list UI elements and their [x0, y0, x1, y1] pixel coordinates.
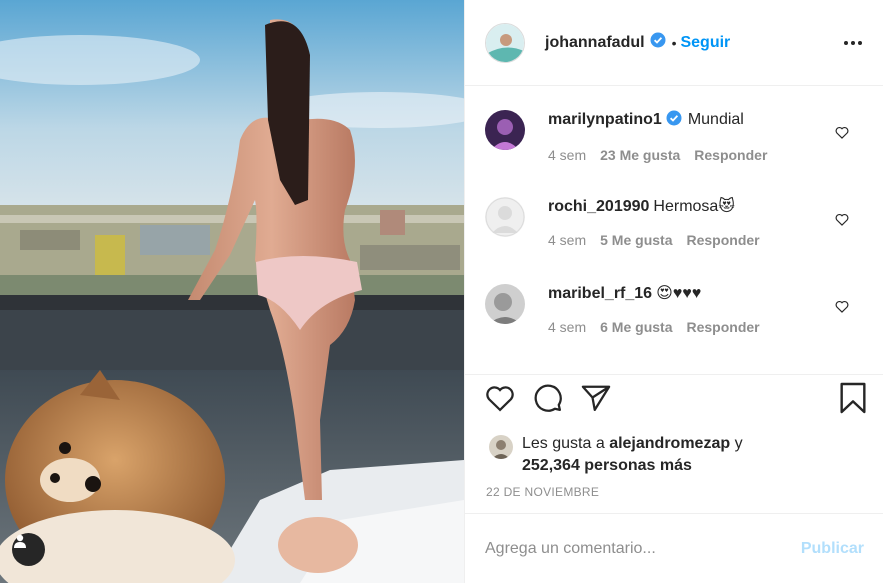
commenter-avatar[interactable] [485, 284, 525, 324]
comment-text: Hermosa😻 [653, 198, 735, 215]
comment-like-button[interactable] [835, 126, 849, 139]
liker-username[interactable]: alejandromezap [609, 435, 730, 452]
comment-item: rochi_201990 Hermosa😻 4 sem 5 Me gusta Re… [465, 177, 883, 264]
post-photo[interactable] [0, 0, 464, 583]
comment-item: marilynpatino1 Mundial 4 sem 23 Me gusta … [465, 90, 883, 177]
user-tag-button[interactable] [12, 533, 45, 566]
commenter-avatar[interactable] [485, 197, 525, 237]
likes-prefix: Les gusta a [522, 435, 605, 452]
comment-like-count[interactable]: 6 Me gusta [600, 319, 672, 335]
likes-summary: Les gusta a alejandromezap y 252,364 per… [465, 421, 883, 477]
commenter-username[interactable]: rochi_201990 [548, 198, 649, 215]
comment-age[interactable]: 4 sem [548, 147, 586, 163]
comment-list[interactable]: marilynpatino1 Mundial 4 sem 23 Me gusta … [465, 86, 883, 374]
follow-button[interactable]: Seguir [680, 34, 730, 52]
heart-icon [486, 386, 514, 412]
comment-age[interactable]: 4 sem [548, 232, 586, 248]
comment-item: maribel_rf_16 😍♥♥♥ 4 sem 6 Me gusta Respo… [465, 264, 883, 351]
liker-avatar[interactable] [489, 435, 513, 459]
share-button[interactable] [581, 384, 611, 412]
reply-button[interactable]: Responder [686, 319, 759, 335]
publish-button[interactable]: Publicar [801, 540, 864, 558]
comment-like-button[interactable] [835, 300, 849, 313]
bookmark-icon [840, 382, 866, 414]
heart-icon [835, 126, 849, 139]
comment-icon [534, 384, 562, 412]
user-tag-icon [14, 534, 26, 548]
verified-badge-icon [650, 32, 666, 53]
comment-input[interactable] [485, 539, 801, 558]
comment-text: 😍♥♥♥ [656, 285, 702, 302]
author-avatar-image [486, 23, 524, 62]
comment-age[interactable]: 4 sem [548, 319, 586, 335]
comment-text: Mundial [687, 111, 744, 128]
commenter-username[interactable]: marilynpatino1 [548, 111, 662, 128]
comment-button[interactable] [533, 383, 563, 413]
post-header: johannafadul • Seguir [465, 0, 883, 86]
post-date[interactable]: 22 DE NOVIEMBRE [465, 477, 883, 499]
post-side-panel: johannafadul • Seguir marilynpatino1 Mund… [464, 0, 883, 583]
likes-count[interactable]: 252,364 personas más [522, 457, 692, 474]
author-username[interactable]: johannafadul [545, 34, 645, 52]
author-avatar[interactable] [485, 22, 525, 63]
comment-like-button[interactable] [835, 213, 849, 226]
heart-icon [835, 300, 849, 313]
comment-like-count[interactable]: 23 Me gusta [600, 147, 680, 163]
photo-illustration [0, 0, 464, 583]
more-options-icon [844, 40, 862, 45]
verified-badge-icon [666, 110, 682, 132]
share-icon [581, 385, 611, 411]
separator-dot: • [671, 34, 677, 51]
comment-like-count[interactable]: 5 Me gusta [600, 232, 672, 248]
add-comment-bar: Publicar [465, 513, 883, 583]
heart-icon [835, 213, 849, 226]
commenter-avatar[interactable] [485, 110, 525, 150]
likes-conj: y [734, 435, 743, 452]
like-button[interactable] [485, 384, 515, 412]
reply-button[interactable]: Responder [686, 232, 759, 248]
post-actions-bar [465, 374, 883, 421]
reply-button[interactable]: Responder [694, 147, 767, 163]
more-options-button[interactable] [839, 36, 867, 50]
save-button[interactable] [839, 382, 867, 414]
commenter-username[interactable]: maribel_rf_16 [548, 285, 652, 302]
